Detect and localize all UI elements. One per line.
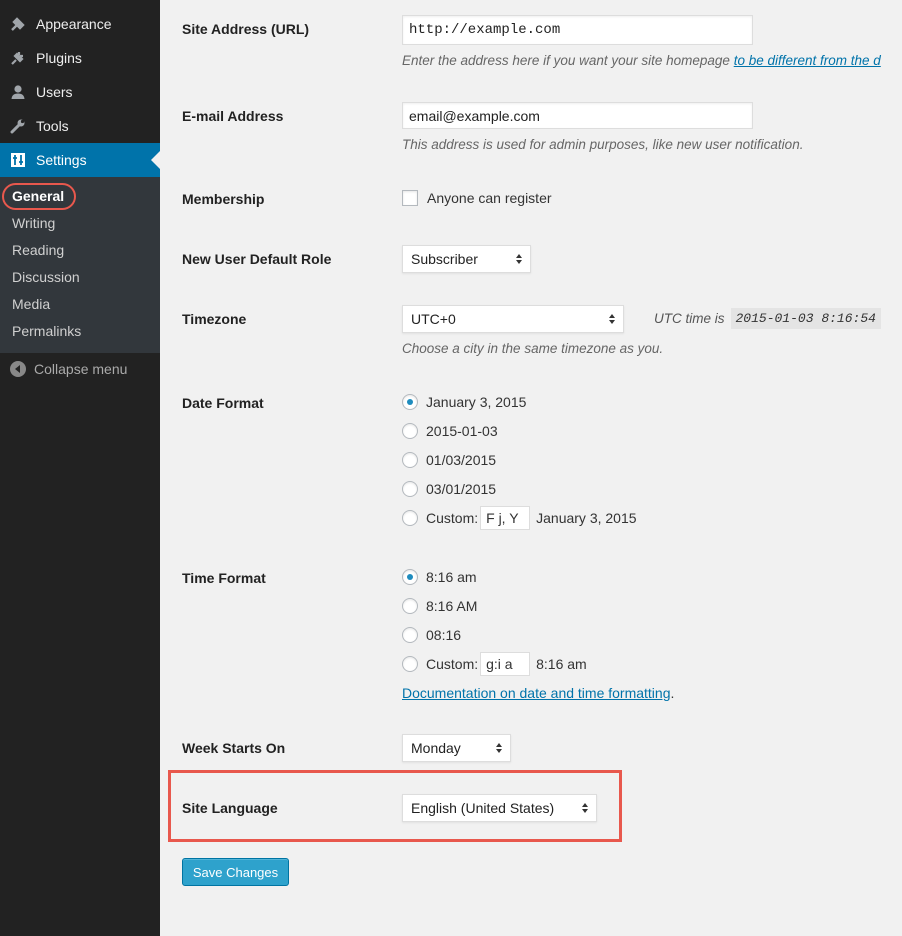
membership-checkbox[interactable] — [402, 190, 418, 206]
time-format-option-label: 08:16 — [426, 627, 462, 643]
membership-checkbox-label: Anyone can register — [427, 190, 552, 206]
membership-label: Membership — [182, 191, 265, 207]
utc-time-value: 2015-01-03 8:16:54 — [730, 308, 881, 329]
site-address-input[interactable]: http://example.com — [402, 15, 753, 45]
submenu-item-media[interactable]: Media — [12, 291, 50, 318]
date-format-option[interactable]: 2015-01-03 — [402, 423, 498, 439]
date-format-option[interactable]: 03/01/2015 — [402, 481, 496, 497]
menu-item-users[interactable]: Users — [0, 75, 160, 109]
general-highlight-ring — [2, 183, 76, 210]
date-format-label: Date Format — [182, 395, 264, 411]
week-starts-label: Week Starts On — [182, 740, 286, 756]
radio-button[interactable] — [402, 656, 418, 672]
select-arrows-icon — [609, 314, 615, 324]
time-format-custom-label: Custom: — [426, 656, 479, 672]
select-arrows-icon — [496, 743, 502, 753]
date-format-option[interactable]: 01/03/2015 — [402, 452, 496, 468]
appearance-icon — [0, 15, 36, 33]
site-address-desc-text: Enter the address here if you want your … — [402, 53, 734, 68]
email-input[interactable]: email@example.com — [402, 102, 753, 129]
date-time-documentation-link[interactable]: Documentation on date and time formattin… — [402, 685, 671, 701]
site-address-desc-link[interactable]: to be different from the d — [734, 53, 881, 68]
menu-label: Plugins — [36, 50, 82, 66]
menu-item-appearance[interactable]: Appearance — [0, 7, 160, 41]
select-arrows-icon — [516, 254, 522, 264]
time-format-custom-input[interactable]: g:i a — [480, 652, 531, 676]
site-address-label: Site Address (URL) — [182, 21, 310, 37]
date-time-doc-row: Documentation on date and time formattin… — [402, 685, 674, 701]
timezone-label: Timezone — [182, 311, 247, 327]
date-format-option-label: January 3, 2015 — [426, 394, 527, 410]
utc-time-label: UTC time is — [654, 311, 725, 326]
site-language-select[interactable]: English (United States) — [402, 794, 597, 822]
time-format-option[interactable]: 8:16 am — [402, 569, 477, 585]
radio-button[interactable] — [402, 569, 418, 585]
default-role-select[interactable]: Subscriber — [402, 245, 531, 273]
submenu-item-reading[interactable]: Reading — [12, 237, 64, 264]
timezone-description: Choose a city in the same timezone as yo… — [402, 341, 664, 356]
select-arrows-icon — [582, 803, 588, 813]
radio-button[interactable] — [402, 423, 418, 439]
collapse-menu-label: Collapse menu — [34, 361, 128, 377]
submenu-item-writing[interactable]: Writing — [12, 210, 55, 237]
email-label: E-mail Address — [182, 108, 284, 124]
time-format-label: Time Format — [182, 570, 266, 586]
menu-label: Settings — [36, 152, 87, 168]
radio-button[interactable] — [402, 394, 418, 410]
admin-sidebar: Appearance Plugins Users Tools Settings … — [0, 0, 160, 936]
default-role-value: Subscriber — [411, 251, 478, 267]
email-description: This address is used for admin purposes,… — [402, 137, 804, 152]
submenu-item-permalinks[interactable]: Permalinks — [12, 318, 81, 345]
plugins-icon — [0, 49, 36, 67]
timezone-value: UTC+0 — [411, 311, 456, 327]
date-format-custom-preview: January 3, 2015 — [536, 510, 637, 526]
date-format-custom-label: Custom: — [426, 510, 479, 526]
submenu-item-discussion[interactable]: Discussion — [12, 264, 80, 291]
radio-button[interactable] — [402, 481, 418, 497]
date-format-option-label: 03/01/2015 — [426, 481, 497, 497]
date-format-option-label: 2015-01-03 — [426, 423, 498, 439]
membership-checkbox-row[interactable]: Anyone can register — [402, 190, 552, 206]
date-format-option[interactable]: January 3, 2015 — [402, 394, 526, 410]
week-starts-value: Monday — [411, 740, 461, 756]
time-format-option[interactable]: 8:16 AM — [402, 598, 477, 614]
site-language-label: Site Language — [182, 800, 278, 816]
menu-item-settings[interactable]: Settings — [0, 143, 160, 177]
time-format-custom-row[interactable]: Custom: g:i a 8:16 am — [402, 652, 587, 676]
time-format-option[interactable]: 08:16 — [402, 627, 461, 643]
radio-button[interactable] — [402, 598, 418, 614]
site-address-description: Enter the address here if you want your … — [402, 53, 881, 68]
settings-icon — [0, 151, 36, 169]
menu-item-plugins[interactable]: Plugins — [0, 41, 160, 75]
collapse-menu-button[interactable]: Collapse menu — [10, 361, 127, 377]
collapse-arrow-icon — [10, 361, 26, 377]
radio-button[interactable] — [402, 510, 418, 526]
menu-label: Appearance — [36, 16, 112, 32]
date-format-option-label: 01/03/2015 — [426, 452, 497, 468]
date-format-custom-input[interactable]: F j, Y — [480, 506, 531, 530]
time-format-option-label: 8:16 AM — [426, 598, 478, 614]
date-format-custom-row[interactable]: Custom: F j, Y January 3, 2015 — [402, 506, 637, 530]
timezone-select[interactable]: UTC+0 — [402, 305, 624, 333]
site-language-value: English (United States) — [411, 800, 555, 816]
menu-label: Users — [36, 84, 73, 100]
week-starts-select[interactable]: Monday — [402, 734, 511, 762]
time-format-custom-preview: 8:16 am — [536, 656, 587, 672]
save-changes-button[interactable]: Save Changes — [182, 858, 289, 886]
radio-button[interactable] — [402, 627, 418, 643]
tools-icon — [0, 117, 36, 135]
doc-link-suffix: . — [670, 685, 675, 701]
users-icon — [0, 83, 36, 101]
menu-item-tools[interactable]: Tools — [0, 109, 160, 143]
menu-label: Tools — [36, 118, 69, 134]
time-format-option-label: 8:16 am — [426, 569, 477, 585]
radio-button[interactable] — [402, 452, 418, 468]
default-role-label: New User Default Role — [182, 251, 332, 267]
utc-time-readout: UTC time is 2015-01-03 8:16:54 — [654, 308, 881, 329]
